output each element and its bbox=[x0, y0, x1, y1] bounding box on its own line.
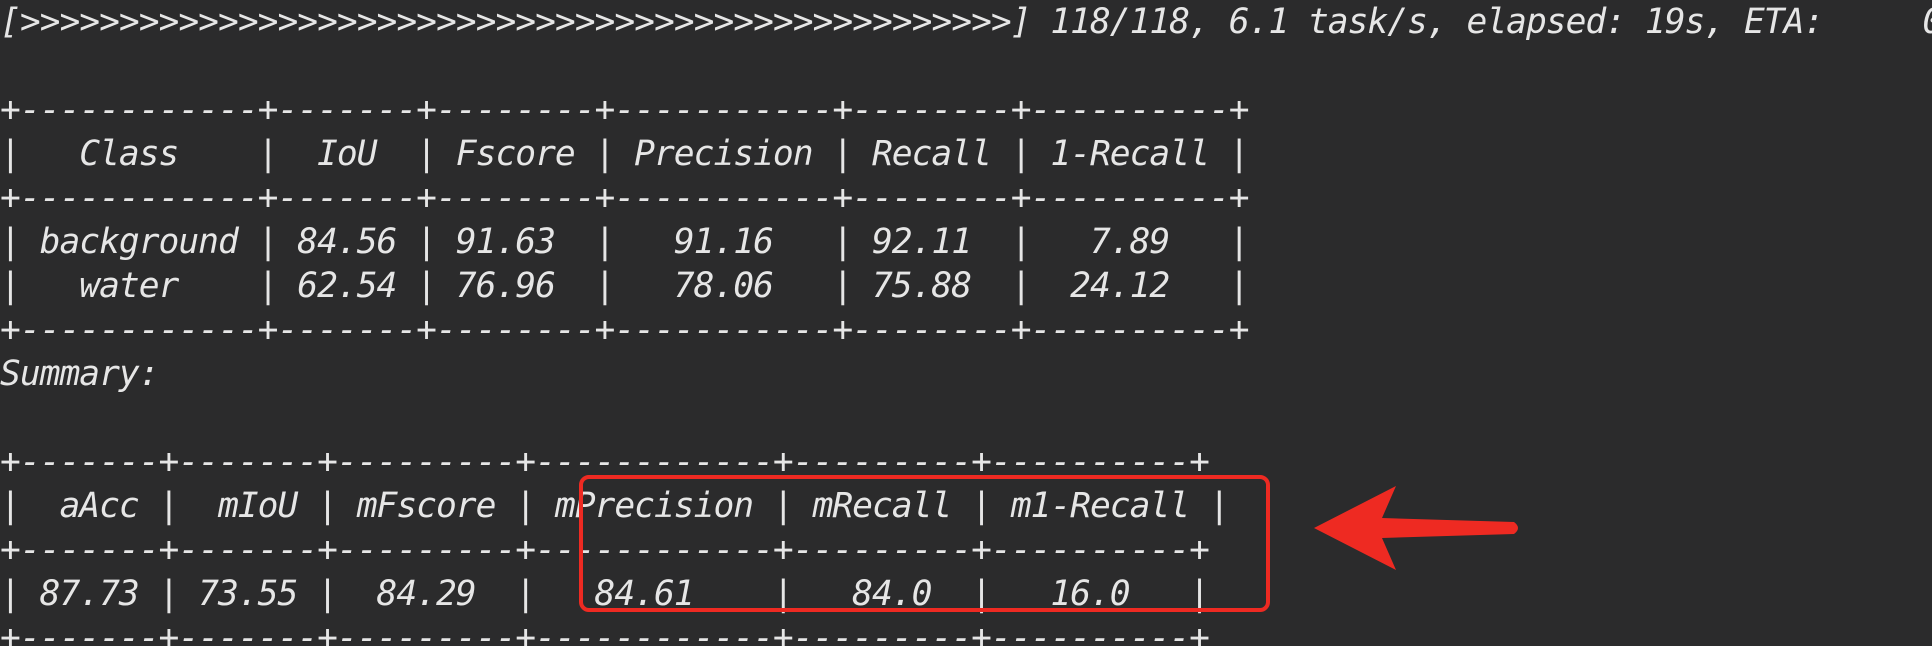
summary-table-border: +-------+-------+---------+------------+… bbox=[0, 618, 1210, 646]
class-table-header: | Class | IoU | Fscore | Precision | Rec… bbox=[0, 134, 1250, 174]
summary-label: Summary: bbox=[0, 354, 160, 394]
terminal-output: [>>>>>>>>>>>>>>>>>>>>>>>>>>>>>>>>>>>>>>>… bbox=[0, 0, 1932, 646]
progress-line: [>>>>>>>>>>>>>>>>>>>>>>>>>>>>>>>>>>>>>>>… bbox=[0, 2, 1932, 42]
red-arrow-icon bbox=[1314, 486, 1518, 570]
highlight-box bbox=[579, 475, 1270, 612]
class-table-border: +------------+-------+--------+---------… bbox=[0, 310, 1250, 350]
class-table-border: +------------+-------+--------+---------… bbox=[0, 90, 1250, 130]
class-table-border: +------------+-------+--------+---------… bbox=[0, 178, 1250, 218]
class-table-row: | background | 84.56 | 91.63 | 91.16 | 9… bbox=[0, 222, 1250, 262]
class-table-row: | water | 62.54 | 76.96 | 78.06 | 75.88 … bbox=[0, 266, 1250, 306]
